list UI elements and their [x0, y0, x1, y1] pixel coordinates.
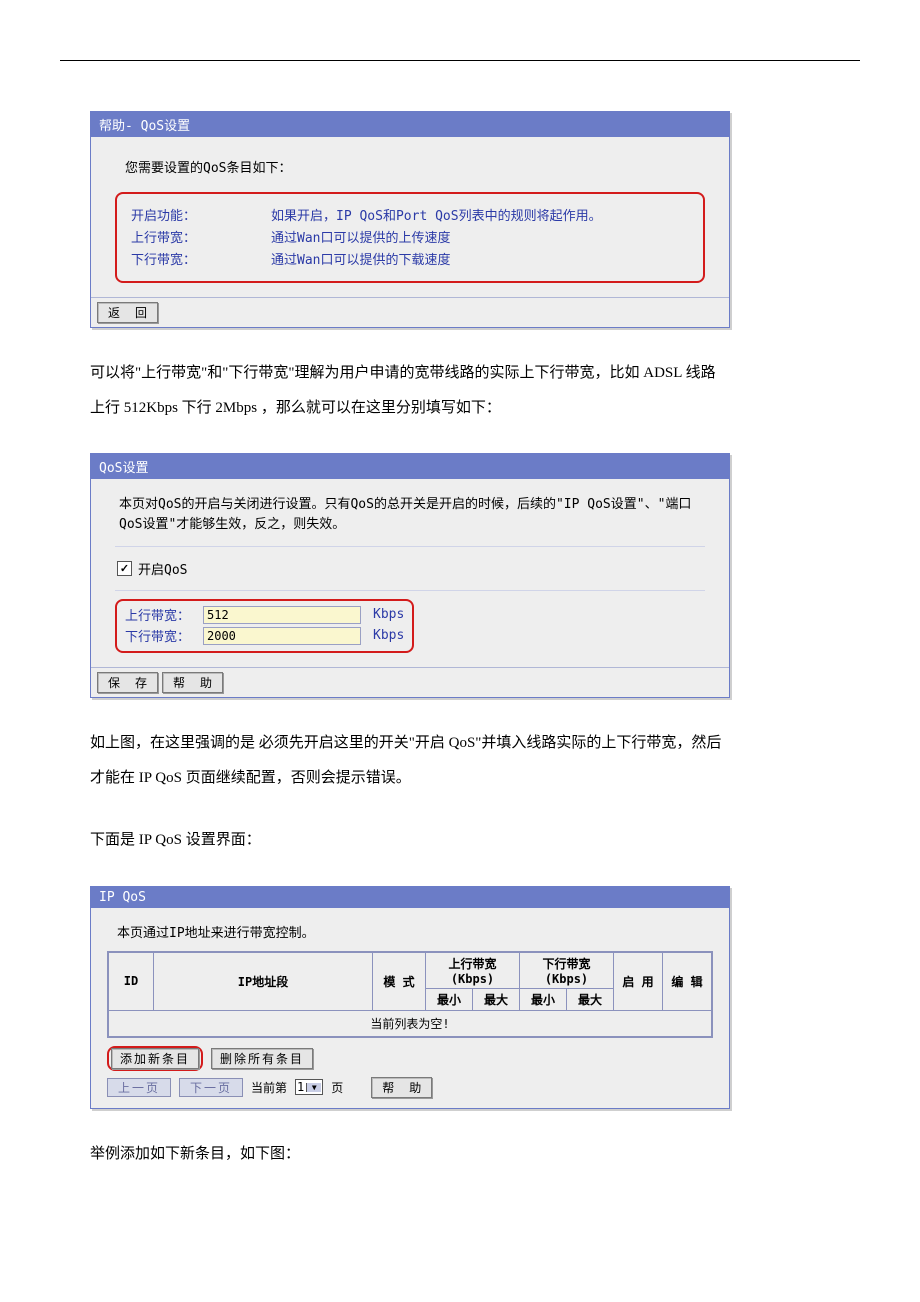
downlink-label: 下行带宽： — [125, 626, 195, 645]
page-prefix: 当前第 — [251, 1079, 287, 1096]
page-select[interactable]: 1 ▼ — [295, 1079, 323, 1095]
delete-all-button[interactable]: 删除所有条目 — [211, 1048, 313, 1069]
uplink-label: 上行带宽： — [125, 605, 195, 624]
page-select-value: 1 — [297, 1080, 304, 1094]
th-mode: 模 式 — [373, 952, 426, 1010]
next-page-button[interactable]: 下一页 — [179, 1078, 243, 1097]
divider — [115, 590, 705, 591]
help-button[interactable]: 帮 助 — [162, 672, 223, 693]
th-down-group: 下行带宽(Kbps) — [519, 952, 613, 988]
paragraph-4: 举例添加如下新条目，如下图： — [90, 1137, 730, 1172]
th-down-min: 最小 — [519, 988, 566, 1010]
enable-qos-checkbox[interactable]: ✓ — [117, 561, 132, 576]
downlink-input[interactable] — [203, 627, 361, 645]
top-rule — [60, 60, 860, 61]
downlink-unit: Kbps — [373, 628, 404, 643]
help-row-uplink-value: 通过Wan口可以提供的上传速度 — [271, 227, 450, 246]
paragraph-1: 可以将"上行带宽"和"下行带宽"理解为用户申请的宽带线路的实际上下行带宽，比如 … — [90, 356, 730, 425]
paragraph-3: 下面是 IP QoS 设置界面： — [90, 823, 730, 858]
qos-settings-panel: QoS设置 本页对QoS的开启与关闭进行设置。只有QoS的总开关是开启的时候，后… — [90, 453, 730, 698]
help-qos-highlight-box: 开启功能： 如果开启，IP QoS和Port QoS列表中的规则将起作用。 上行… — [115, 192, 705, 283]
th-edit: 编 辑 — [663, 952, 712, 1010]
help-row-uplink: 上行带宽： 通过Wan口可以提供的上传速度 — [131, 227, 689, 246]
help-row-downlink: 下行带宽： 通过Wan口可以提供的下载速度 — [131, 249, 689, 268]
downlink-row: 下行带宽： Kbps — [125, 626, 404, 645]
th-ip-range: IP地址段 — [154, 952, 373, 1010]
bandwidth-highlight-box: 上行带宽： Kbps 下行带宽： Kbps — [115, 599, 414, 653]
uplink-input[interactable] — [203, 606, 361, 624]
save-button[interactable]: 保 存 — [97, 672, 158, 693]
help-row-enable-label: 开启功能： — [131, 205, 271, 224]
th-enable: 启 用 — [614, 952, 663, 1010]
ip-qos-panel: IP QoS 本页通过IP地址来进行带宽控制。 ID IP地址段 模 式 上行带… — [90, 886, 730, 1109]
th-up-min: 最小 — [426, 988, 473, 1010]
th-up-group: 上行带宽(Kbps) — [426, 952, 520, 988]
uplink-row: 上行带宽： Kbps — [125, 605, 404, 624]
empty-list-text: 当前列表为空! — [109, 1010, 712, 1036]
ip-qos-table: ID IP地址段 模 式 上行带宽(Kbps) 下行带宽(Kbps) 启 用 编… — [108, 952, 712, 1037]
help-row-enable-value: 如果开启，IP QoS和Port QoS列表中的规则将起作用。 — [271, 205, 602, 224]
qos-settings-title: QoS设置 — [91, 454, 729, 479]
enable-qos-row: ✓ 开启QoS — [115, 555, 705, 582]
chevron-down-icon: ▼ — [306, 1083, 321, 1092]
ip-qos-title: IP QoS — [91, 887, 729, 908]
help-button-ipqos[interactable]: 帮 助 — [371, 1077, 432, 1098]
back-button[interactable]: 返 回 — [97, 302, 158, 323]
qos-settings-desc: 本页对QoS的开启与关闭进行设置。只有QoS的总开关是开启的时候，后续的"IP … — [119, 495, 701, 534]
ip-qos-desc: 本页通过IP地址来进行带宽控制。 — [117, 922, 709, 941]
help-row-downlink-value: 通过Wan口可以提供的下载速度 — [271, 249, 450, 268]
th-down-max: 最大 — [566, 988, 613, 1010]
th-up-max: 最大 — [472, 988, 519, 1010]
add-item-highlight: 添加新条目 — [107, 1046, 203, 1071]
paragraph-2: 如上图，在这里强调的是 必须先开启这里的开关"开启 QoS"并填入线路实际的上下… — [90, 726, 730, 795]
help-row-enable: 开启功能： 如果开启，IP QoS和Port QoS列表中的规则将起作用。 — [131, 205, 689, 224]
page-suffix: 页 — [331, 1079, 343, 1096]
enable-qos-label: 开启QoS — [138, 559, 187, 578]
help-qos-intro: 您需要设置的QoS条目如下： — [125, 157, 695, 176]
help-row-uplink-label: 上行带宽： — [131, 227, 271, 246]
help-qos-title: 帮助- QoS设置 — [91, 112, 729, 137]
uplink-unit: Kbps — [373, 607, 404, 622]
add-item-button[interactable]: 添加新条目 — [111, 1048, 199, 1069]
th-id: ID — [109, 952, 154, 1010]
divider — [115, 546, 705, 547]
prev-page-button[interactable]: 上一页 — [107, 1078, 171, 1097]
help-row-downlink-label: 下行带宽： — [131, 249, 271, 268]
help-qos-panel: 帮助- QoS设置 您需要设置的QoS条目如下： 开启功能： 如果开启，IP Q… — [90, 111, 730, 328]
ip-qos-table-wrap: ID IP地址段 模 式 上行带宽(Kbps) 下行带宽(Kbps) 启 用 编… — [107, 951, 713, 1038]
